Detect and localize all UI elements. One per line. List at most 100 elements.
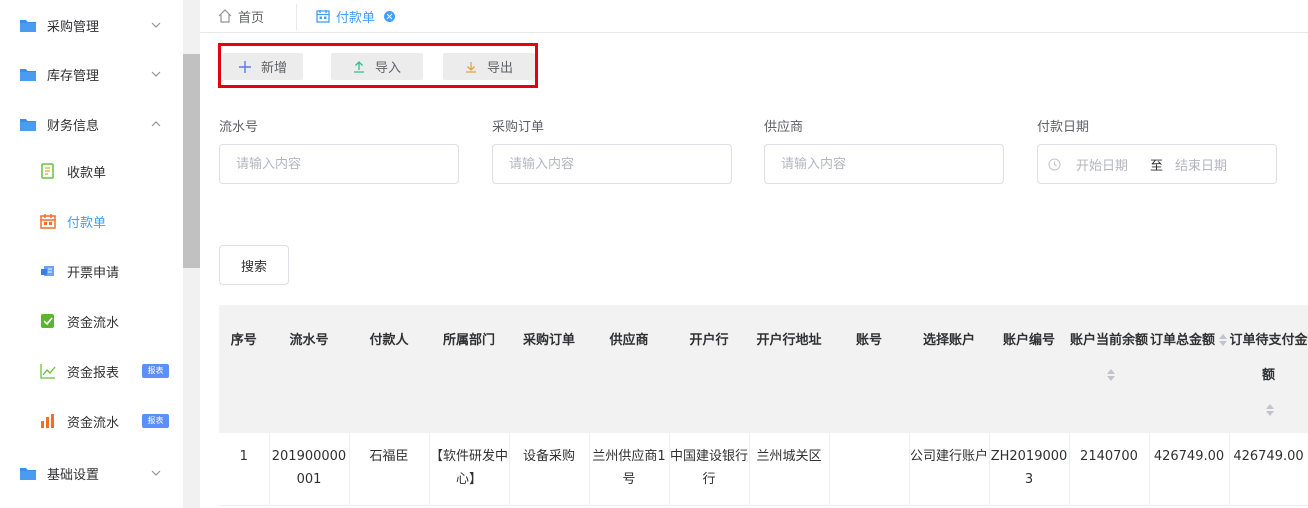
sidebar-item-cashflow[interactable]: 资金流水 — [0, 296, 183, 346]
folder-icon — [20, 68, 36, 81]
download-icon — [465, 61, 476, 73]
report-badge: 报表 — [142, 364, 169, 378]
header-balance[interactable]: 账户当前余额 — [1069, 305, 1150, 433]
header-order: 采购订单 — [509, 305, 590, 433]
plus-icon — [238, 60, 251, 73]
folder-icon — [20, 118, 36, 131]
import-button[interactable]: 导入 — [331, 53, 423, 80]
table-cell: 兰州城关区 — [749, 433, 830, 506]
sidebar-item-label: 基础设置 — [47, 467, 100, 483]
tab-payment-label: 付款单 — [336, 10, 376, 26]
order-input[interactable] — [492, 144, 732, 184]
line-chart-icon — [40, 364, 56, 379]
table-cell: 1 — [219, 433, 270, 506]
supplier-label: 供应商 — [764, 120, 804, 135]
sort-icon[interactable] — [1106, 369, 1116, 382]
header-supplier: 供应商 — [589, 305, 670, 433]
sidebar: 采购管理 库存管理 财务信息 收款单 付款单 开票申请 资金流水 资金报表 报表… — [0, 0, 183, 508]
header-order-pending[interactable]: 订单待支付金额 — [1229, 305, 1308, 433]
serial-label: 流水号 — [219, 120, 259, 135]
sort-icon[interactable] — [1219, 334, 1228, 347]
date-start[interactable]: 开始日期 — [1076, 155, 1128, 174]
table-cell — [829, 433, 910, 506]
supplier-input[interactable] — [764, 144, 1004, 184]
header-serial: 流水号 — [269, 305, 350, 433]
chevron-up-icon — [151, 121, 161, 127]
table-header-row: 序号 流水号 付款人 所属部门 采购订单 供应商 开户行 开户行地址 账号 选择… — [219, 305, 1308, 433]
upload-icon — [353, 60, 364, 73]
sidebar-item-label: 采购管理 — [47, 19, 100, 35]
check-doc-icon — [41, 314, 54, 328]
calendar-icon — [40, 214, 56, 229]
add-button[interactable]: 新增 — [223, 53, 303, 80]
table-cell: 兰州供应商1号 — [589, 433, 670, 506]
sidebar-item-invoice[interactable]: 开票申请 — [0, 246, 183, 296]
receipt-icon — [41, 163, 54, 179]
tab-divider — [296, 4, 297, 30]
clock-icon — [1048, 158, 1061, 171]
sidebar-item-settings[interactable]: 基础设置 — [0, 448, 183, 498]
close-icon[interactable] — [384, 10, 396, 22]
table-row[interactable]: 1 201900000001 石福臣 【软件研发中心】 设备采购 兰州供应商1号 中国建设银… — [219, 433, 1308, 506]
sidebar-item-label: 库存管理 — [47, 68, 100, 84]
search-button[interactable]: 搜索 — [219, 245, 289, 285]
export-button[interactable]: 导出 — [443, 53, 535, 80]
sidebar-item-payment[interactable]: 付款单 — [0, 196, 183, 246]
table-cell: 设备采购 — [509, 433, 590, 506]
sidebar-item-label: 资金流水 — [67, 315, 120, 331]
header-payer: 付款人 — [349, 305, 430, 433]
header-bank: 开户行 — [669, 305, 750, 433]
table-cell: 426749.00 — [1149, 433, 1230, 506]
header-department: 所属部门 — [429, 305, 510, 433]
home-icon — [218, 9, 232, 23]
sidebar-item-purchase[interactable]: 采购管理 — [0, 0, 183, 50]
chevron-down-icon — [151, 22, 161, 28]
folder-icon — [20, 467, 36, 480]
table-cell: 公司建行账户 — [909, 433, 990, 506]
sidebar-item-fund-report[interactable]: 资金报表 报表 — [0, 346, 183, 396]
table-cell: 【软件研发中心】 — [429, 433, 510, 506]
header-select-account: 选择账户 — [909, 305, 990, 433]
header-account-code: 账户编号 — [989, 305, 1070, 433]
chevron-down-icon — [151, 470, 161, 476]
header-index: 序号 — [219, 305, 270, 433]
date-range-picker[interactable]: 开始日期 至 结束日期 — [1037, 144, 1277, 184]
tab-bar: 首页 付款单 — [200, 0, 1308, 33]
sort-icon[interactable] — [1266, 404, 1275, 417]
calendar-icon — [316, 10, 330, 23]
folder-icon — [20, 19, 36, 32]
table-cell: 201900000001 — [269, 433, 350, 506]
date-separator: 至 — [1150, 158, 1164, 174]
sidebar-item-label: 财务信息 — [47, 118, 100, 134]
date-end[interactable]: 结束日期 — [1175, 155, 1227, 174]
report-badge: 报表 — [142, 414, 169, 428]
sidebar-item-finance[interactable]: 财务信息 — [0, 99, 183, 149]
sidebar-scrollbar-thumb[interactable] — [183, 54, 200, 268]
sidebar-item-label: 收款单 — [67, 165, 107, 181]
serial-input[interactable] — [219, 144, 459, 184]
sidebar-item-label: 开票申请 — [67, 265, 120, 281]
sidebar-item-cashflow-report[interactable]: 资金流水 报表 — [0, 396, 183, 446]
invoice-icon — [41, 266, 54, 276]
table-cell: 426749.00 — [1229, 433, 1308, 506]
payment-table: 序号 流水号 付款人 所属部门 采购订单 供应商 开户行 开户行地址 账号 选择… — [219, 305, 1308, 506]
order-label: 采购订单 — [492, 120, 545, 135]
tab-payment[interactable]: 付款单 — [316, 0, 396, 32]
table-cell: 2140700 — [1069, 433, 1150, 506]
sidebar-item-label: 资金流水 — [67, 415, 120, 431]
header-order-total[interactable]: 订单总金额 — [1149, 305, 1230, 433]
tab-home-label: 首页 — [238, 10, 265, 26]
table-cell: 石福臣 — [349, 433, 430, 506]
tab-home[interactable]: 首页 — [218, 0, 297, 32]
sidebar-item-inventory[interactable]: 库存管理 — [0, 49, 183, 99]
sidebar-item-receipt[interactable]: 收款单 — [0, 146, 183, 196]
chevron-down-icon — [151, 71, 161, 77]
table-cell: ZH20190003 — [989, 433, 1070, 506]
sidebar-item-label: 资金报表 — [67, 365, 120, 381]
header-account-no: 账号 — [829, 305, 910, 433]
bar-chart-icon — [41, 414, 54, 428]
table-cell: 中国建设银行行 — [669, 433, 750, 506]
date-label: 付款日期 — [1037, 120, 1090, 135]
header-bank-address: 开户行地址 — [749, 305, 830, 433]
sidebar-item-label: 付款单 — [67, 215, 107, 231]
